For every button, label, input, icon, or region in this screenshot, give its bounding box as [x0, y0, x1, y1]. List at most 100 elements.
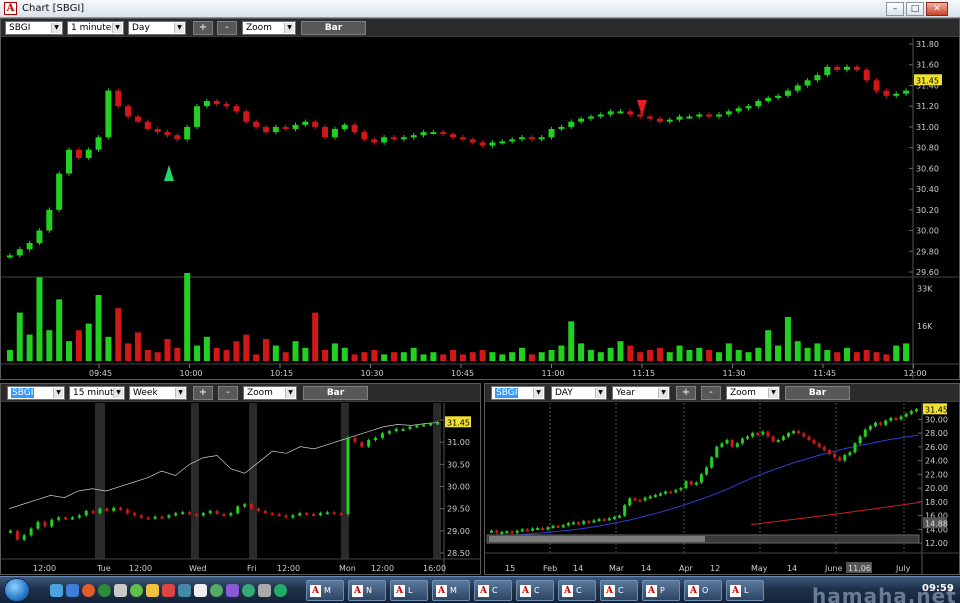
skype-icon[interactable] [210, 584, 223, 597]
folder-icon[interactable] [146, 584, 159, 597]
taskbar-window-label: L [744, 586, 749, 595]
candle-body [904, 413, 908, 417]
candle-body [868, 426, 872, 430]
volume-bar [607, 347, 614, 361]
candle-body [792, 431, 796, 434]
taskbar-window-button[interactable]: AC [516, 580, 554, 601]
left-bar-style-button[interactable]: Bar [303, 386, 368, 400]
taskbar-window-button[interactable]: AM [306, 580, 344, 601]
price-tick-label: 24.00 [925, 457, 948, 466]
browser-icon[interactable] [66, 584, 79, 597]
taskbar-window-button[interactable]: AN [348, 580, 386, 601]
start-button[interactable] [4, 578, 30, 602]
main-bar-style-button[interactable]: Bar [301, 21, 366, 35]
main-interval-select[interactable]: 1 minute ▼ [67, 21, 124, 35]
mail-icon[interactable] [178, 584, 191, 597]
candle-body [720, 443, 724, 447]
session-band [95, 403, 105, 559]
show-desktop-icon[interactable] [50, 584, 63, 597]
right-zoom-out-button[interactable]: - [701, 386, 721, 400]
last-price-label: 31.45 [925, 405, 948, 414]
right-range-select[interactable]: Year ▼ [612, 386, 670, 400]
right-interval-select[interactable]: DAY ▼ [551, 386, 607, 400]
taskbar-window-button[interactable]: AO [684, 580, 722, 601]
volume-bar [154, 352, 161, 361]
candle-body [853, 66, 860, 70]
right-bar-style-button[interactable]: Bar [785, 386, 850, 400]
time-label: 10:30 [361, 369, 384, 378]
main-symbol-select[interactable]: SBGI ▼ [5, 21, 63, 35]
taskbar-window-button[interactable]: AL [390, 580, 428, 601]
candle-body [633, 498, 637, 501]
app-logo-icon: A [688, 585, 699, 597]
volume-bar [46, 330, 53, 361]
media-icon[interactable] [162, 584, 175, 597]
left-zoom-out-button[interactable]: - [218, 386, 238, 400]
left-interval-select[interactable]: 15 minutes ▼ [69, 386, 125, 400]
volume-bar [499, 354, 506, 361]
candle-body [623, 505, 627, 516]
right-zoom-in-button[interactable]: + [676, 386, 696, 400]
app4-icon[interactable] [274, 584, 287, 597]
candle-body [250, 504, 254, 509]
main-zoom-out-button[interactable]: - [217, 21, 237, 35]
candle-body [208, 510, 212, 514]
price-tick-label: 31.80 [916, 40, 939, 49]
taskbar-window-button[interactable]: AP [642, 580, 680, 601]
app-icon[interactable] [114, 584, 127, 597]
terminal-icon[interactable] [226, 584, 239, 597]
candle-body [213, 101, 220, 105]
app3-icon[interactable] [258, 584, 271, 597]
app-logo-icon: A [730, 585, 741, 597]
candle-body [22, 535, 26, 540]
minimize-button[interactable]: – [886, 2, 904, 16]
left-range-select[interactable]: Week ▼ [129, 386, 187, 400]
left-zoom-in-button[interactable]: + [193, 386, 213, 400]
candle-body [558, 126, 565, 129]
candle-body [689, 481, 693, 485]
candle-body [479, 142, 486, 146]
candle-body [730, 439, 734, 447]
candle-body [361, 132, 368, 140]
firefox-icon[interactable] [82, 584, 95, 597]
taskbar-window-button[interactable]: AL [726, 580, 764, 601]
taskbar-window-button[interactable]: AC [600, 580, 638, 601]
right-zoom-select[interactable]: Zoom ▼ [726, 386, 780, 400]
candle-body [188, 512, 192, 515]
main-range-select[interactable]: Day ▼ [128, 21, 186, 35]
messenger-icon[interactable] [130, 584, 143, 597]
candle-body [538, 137, 545, 140]
taskbar-window-button[interactable]: AC [558, 580, 596, 601]
candle-body [706, 114, 713, 117]
taskbar-window-label: C [576, 586, 582, 595]
time-label: 11:45 [813, 369, 836, 378]
taskbar-window-button[interactable]: AC [474, 580, 512, 601]
maximize-button[interactable]: □ [906, 2, 924, 16]
candle-body [499, 141, 506, 144]
left-chart-canvas[interactable]: 31.5031.0030.5030.0029.5029.0028.5031.45… [1, 403, 480, 575]
chrome-icon[interactable] [98, 584, 111, 597]
main-zoom-select[interactable]: Zoom ▼ [242, 21, 296, 35]
chevron-down-icon: ▼ [533, 388, 543, 398]
left-symbol-select[interactable]: SBGI ▼ [7, 386, 65, 400]
app2-icon[interactable] [242, 584, 255, 597]
left-zoom-select[interactable]: Zoom ▼ [243, 386, 297, 400]
candle-body [883, 90, 890, 96]
close-button[interactable]: ✕ [926, 2, 948, 16]
volume-bar [656, 347, 663, 361]
candle-body [658, 493, 662, 496]
main-zoom-in-button[interactable]: + [193, 21, 213, 35]
right-chart-canvas[interactable]: 30.0028.0026.0024.0022.0020.0018.0016.00… [485, 403, 959, 575]
notepad-icon[interactable] [194, 584, 207, 597]
candle-body [715, 114, 722, 117]
taskbar-window-button[interactable]: AM [432, 580, 470, 601]
volume-bar [381, 354, 388, 361]
candle-body [229, 513, 233, 516]
price-tick-label: 30.00 [447, 483, 470, 492]
main-chart-canvas[interactable]: 31.8031.6031.4031.2031.0030.8030.6030.40… [1, 38, 959, 380]
volume-bar [85, 323, 92, 361]
right-symbol-select[interactable]: SBGI ▼ [491, 386, 545, 400]
volume-bar [400, 352, 407, 361]
candle-body [367, 440, 371, 447]
candle-body [814, 75, 821, 81]
